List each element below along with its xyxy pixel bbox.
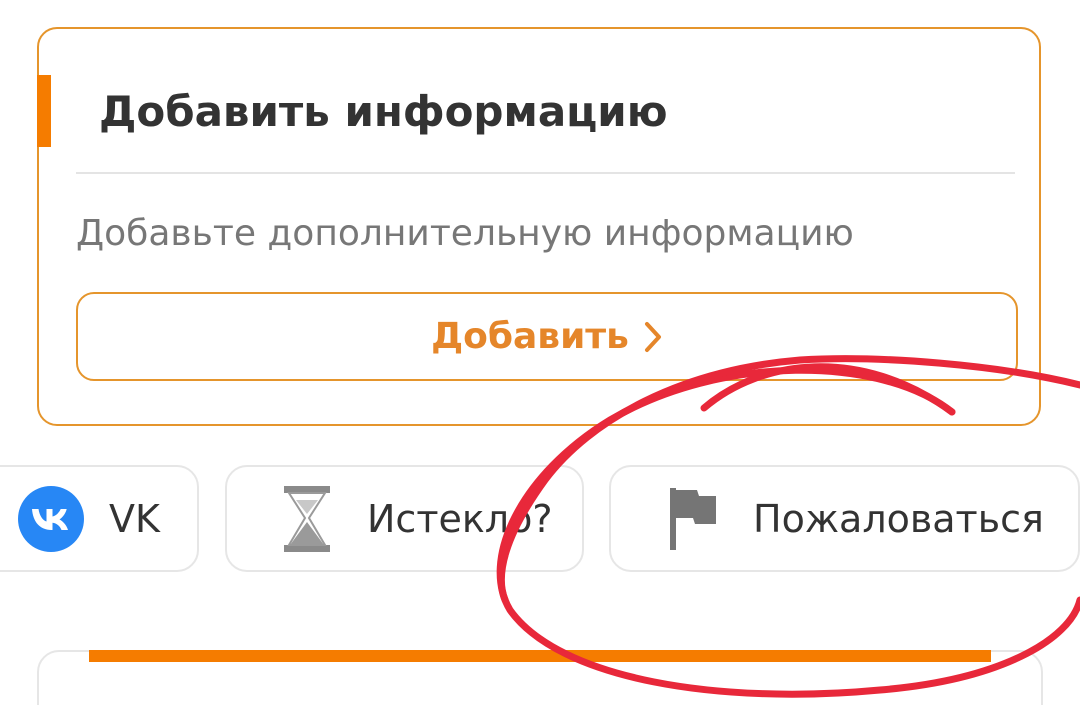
vk-share-button[interactable]: VK <box>0 465 199 572</box>
next-card <box>37 650 1043 705</box>
card-title: Добавить информацию <box>99 87 668 136</box>
card-divider <box>76 172 1015 174</box>
next-card-accent-bar <box>89 650 991 662</box>
expired-button[interactable]: Истекло? <box>225 465 584 572</box>
flag-icon <box>670 487 716 550</box>
page: Добавить информацию Добавьте дополнитель… <box>0 0 1080 705</box>
chevron-right-icon <box>643 320 663 354</box>
hourglass-icon <box>284 485 330 552</box>
add-button-label: Добавить <box>431 316 629 357</box>
card-description: Добавьте дополнительную информацию <box>76 213 854 254</box>
add-info-card: Добавить информацию Добавьте дополнитель… <box>37 27 1041 426</box>
vk-label: VK <box>109 496 160 541</box>
card-accent-bar <box>37 75 51 147</box>
expired-label: Истекло? <box>367 496 553 541</box>
vk-logo-icon <box>18 485 84 552</box>
add-button[interactable]: Добавить <box>76 292 1018 381</box>
report-label: Пожаловаться <box>753 496 1044 541</box>
report-button[interactable]: Пожаловаться <box>609 465 1080 572</box>
